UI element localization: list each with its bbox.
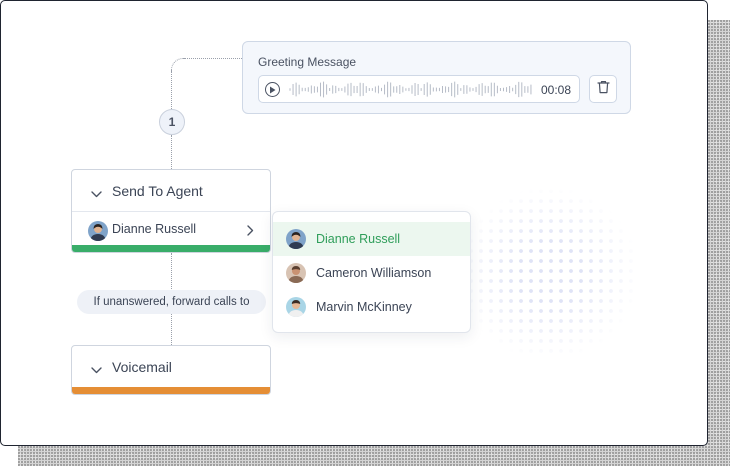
decorative-dot-pattern [456, 186, 641, 361]
dropdown-item-label: Dianne Russell [316, 232, 401, 246]
connector-line [171, 135, 172, 169]
dropdown-item-cameron-williamson[interactable]: Cameron Williamson [273, 256, 470, 290]
greeting-title: Greeting Message [258, 55, 357, 69]
connector-line [171, 71, 172, 109]
status-bar-green [72, 245, 270, 252]
avatar [88, 221, 108, 241]
connector-line [184, 58, 242, 59]
avatar [286, 297, 306, 317]
send-to-agent-title: Send To Agent [112, 183, 203, 199]
dropdown-item-label: Cameron Williamson [316, 266, 432, 280]
play-icon[interactable] [265, 82, 280, 97]
trash-icon [596, 80, 610, 99]
avatar [286, 263, 306, 283]
dropdown-item-dianne-russell[interactable]: Dianne Russell [273, 222, 470, 256]
audio-duration: 00:08 [540, 83, 571, 97]
chevron-down-icon[interactable] [91, 185, 102, 203]
agent-dropdown: Dianne Russell Cameron Williamson Marvin… [272, 211, 471, 333]
step-number-badge: 1 [159, 109, 185, 135]
chevron-down-icon[interactable] [91, 361, 102, 379]
status-bar-orange [72, 387, 270, 394]
chevron-right-icon[interactable] [247, 223, 254, 241]
connector-line [171, 58, 184, 71]
forward-calls-label: If unanswered, forward calls to [77, 290, 266, 314]
send-to-agent-card: Send To Agent Dianne Russell [71, 169, 271, 253]
send-to-agent-header[interactable]: Send To Agent [72, 170, 270, 211]
selected-agent-name: Dianne Russell [112, 222, 197, 236]
audio-player: 00:08 [258, 75, 580, 103]
dropdown-item-marvin-mckinney[interactable]: Marvin McKinney [273, 290, 470, 324]
call-flow-canvas: 1 Greeting Message 00:08 Send To Agent D… [0, 0, 708, 446]
audio-waveform[interactable] [289, 80, 533, 99]
avatar [286, 229, 306, 249]
greeting-message-card: Greeting Message 00:08 [242, 41, 631, 114]
voicemail-title: Voicemail [112, 359, 172, 375]
dropdown-item-label: Marvin McKinney [316, 300, 412, 314]
selected-agent-row[interactable]: Dianne Russell [72, 212, 270, 245]
voicemail-card: Voicemail [71, 345, 271, 395]
delete-button[interactable] [589, 75, 617, 103]
voicemail-header[interactable]: Voicemail [72, 346, 270, 387]
